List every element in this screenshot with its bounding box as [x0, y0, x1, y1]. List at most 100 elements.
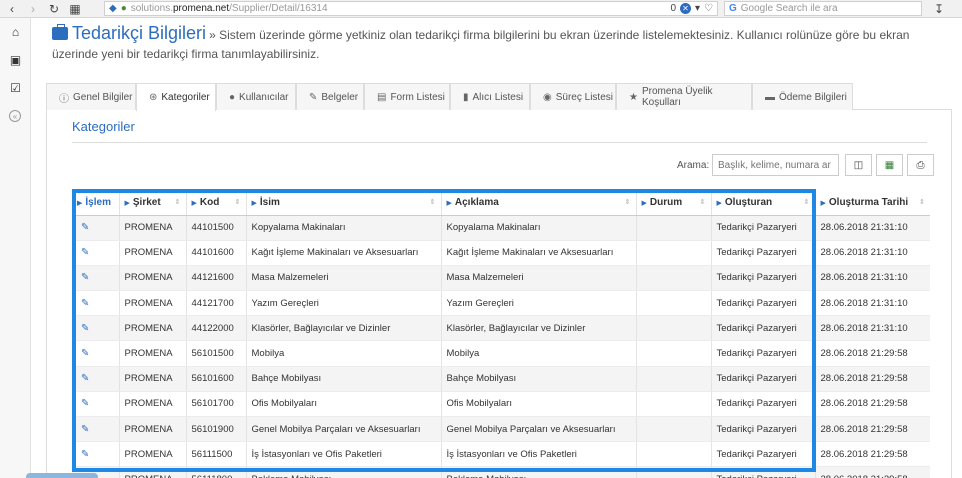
address-bar[interactable]: ◆ ● solutions.promena.net/Supplier/Detai… [104, 1, 718, 16]
cell-sirket: PROMENA [119, 215, 187, 241]
cell-sirket: PROMENA [119, 340, 187, 367]
reload-icon[interactable]: ↻ [45, 0, 63, 18]
cell-isim: Genel Mobilya Parçaları ve Aksesuarları [246, 416, 442, 443]
credit-card-icon: ▬ [765, 91, 775, 103]
excel-icon: ▦ [884, 159, 895, 171]
table-row: ✎ PROMENA 44122000 Klasörler, Bağlayıcılar … [72, 315, 930, 342]
cell-sirket: PROMENA [119, 391, 187, 418]
categories-table: ▶ İşlem ▶ Şirket ⇕ ▶ Kod ⇕ ▶ İsim ⇕ ▶ Açıklama ⇕ … [72, 190, 930, 478]
scrollbar-thumb[interactable] [26, 473, 98, 478]
cell-isim: Yazım Gereçleri [246, 290, 442, 317]
column-header-durum[interactable]: ▶ Durum ⇕ [636, 190, 712, 216]
cell-sirket: PROMENA [119, 290, 187, 317]
cell-kod: 44121700 [186, 290, 247, 317]
user-icon: ● [229, 91, 236, 103]
box-icon[interactable]: ▣ [0, 46, 31, 74]
column-header-aciklama[interactable]: ▶ Açıklama ⇕ [441, 190, 637, 216]
cell-sirket: PROMENA [119, 315, 187, 342]
cell-durum [636, 366, 712, 392]
tab-odeme-bilgileri[interactable]: ▬ Ödeme Bilgileri [752, 83, 853, 110]
edit-icon[interactable]: ✎ [72, 391, 120, 418]
cell-olusturan: Tedarikçi Pazaryeri [711, 315, 816, 342]
tab-kullanicilar[interactable]: ● Kullanıcılar [216, 83, 296, 110]
cell-olusturma-tarihi: 28.06.2018 21:31:10 [815, 215, 930, 241]
cell-durum [636, 215, 712, 241]
cell-olusturma-tarihi: 28.06.2018 21:29:58 [815, 441, 930, 468]
cell-kod: 56101600 [186, 366, 247, 392]
tab-genel-bilgiler[interactable]: ⓘ Genel Bilgiler [46, 83, 136, 110]
collapse-sidebar-icon[interactable]: « [9, 110, 21, 122]
cell-aciklama: Kopyalama Makinaları [441, 215, 637, 241]
column-header-sirket[interactable]: ▶ Şirket ⇕ [119, 190, 187, 216]
cell-aciklama: Masa Malzemeleri [441, 265, 637, 292]
cell-aciklama: Klasörler, Bağlayıcılar ve Dizinler [441, 315, 637, 342]
cell-olusturan: Tedarikçi Pazaryeri [711, 215, 816, 241]
checkbox-icon[interactable]: ☑ [0, 74, 31, 102]
cell-olusturma-tarihi: 28.06.2018 21:31:10 [815, 290, 930, 317]
blocked-count: 0 [670, 3, 676, 14]
close-icon[interactable]: ✕ [680, 3, 691, 14]
cell-kod: 44122000 [186, 315, 247, 342]
heart-icon[interactable]: ♡ [704, 3, 713, 14]
cell-kod: 56111800 [186, 466, 247, 478]
cell-olusturma-tarihi: 28.06.2018 21:29:58 [815, 366, 930, 392]
edit-icon[interactable]: ✎ [72, 215, 120, 241]
page-title: Tedarikçi Bilgileri [72, 23, 207, 43]
tab-content: Kategoriler Arama: ◫ ▦ ⎙ ▶İşlem ▶Şirket⇕… [46, 110, 952, 478]
columns-button[interactable]: ◫ [845, 154, 872, 176]
cell-olusturma-tarihi: 28.06.2018 21:31:10 [815, 240, 930, 266]
tab-belgeler[interactable]: ✎ Belgeler [296, 83, 364, 110]
cell-olusturan: Tedarikçi Pazaryeri [711, 290, 816, 317]
dropdown-icon[interactable]: ▾ [695, 3, 700, 14]
cell-aciklama: Kağıt İşleme Makinaları ve Aksesuarları [441, 240, 637, 266]
column-header-isim[interactable]: ▶ İsim ⇕ [246, 190, 442, 216]
sort-icon: ⇕ [919, 199, 925, 206]
edit-icon[interactable]: ✎ [72, 441, 120, 468]
cell-sirket: PROMENA [119, 466, 187, 478]
cell-kod: 56101700 [186, 391, 247, 418]
back-icon[interactable]: ‹ [3, 0, 21, 18]
paperclip-icon: ✎ [309, 91, 318, 103]
home-icon[interactable]: ⌂ [0, 18, 31, 46]
print-icon: ⎙ [916, 159, 925, 171]
tab-alici-listesi[interactable]: ▮ Alıcı Listesi [450, 83, 530, 110]
cell-durum [636, 265, 712, 292]
tab-form-listesi[interactable]: ▤ Form Listesi [364, 83, 450, 110]
edit-icon[interactable]: ✎ [72, 340, 120, 367]
print-button[interactable]: ⎙ [907, 154, 934, 176]
cell-olusturan: Tedarikçi Pazaryeri [711, 366, 816, 392]
excel-export-button[interactable]: ▦ [876, 154, 903, 176]
cell-olusturma-tarihi: 28.06.2018 21:29:58 [815, 466, 930, 478]
cell-durum [636, 416, 712, 443]
edit-icon[interactable]: ✎ [72, 416, 120, 443]
column-header-olusturma-tarihi[interactable]: ▶ Oluşturma Tarihi ⇕ [815, 190, 930, 216]
info-icon: ⓘ [59, 93, 69, 105]
column-header-islem[interactable]: ▶ İşlem [72, 190, 120, 216]
table-row: ✎ PROMENA 56101600 Bahçe Mobilyası Bahçe Mob… [72, 366, 930, 392]
sidebar: ⌂ ▣ ☑ « [0, 18, 31, 478]
sort-icon: ⇕ [174, 199, 181, 206]
cell-olusturan: Tedarikçi Pazaryeri [711, 240, 816, 266]
forward-icon[interactable]: › [24, 0, 42, 18]
edit-icon[interactable]: ✎ [72, 265, 120, 292]
cell-durum [636, 290, 712, 317]
apps-grid-icon[interactable]: ▦ [66, 0, 84, 18]
column-header-olusturan[interactable]: ▶ Oluşturan ⇕ [711, 190, 816, 216]
column-header-kod[interactable]: ▶ Kod ⇕ [186, 190, 247, 216]
divider [72, 142, 927, 143]
tab-surec-listesi[interactable]: ◉ Süreç Listesi [530, 83, 616, 110]
sort-icon: ⇕ [699, 199, 706, 206]
cell-aciklama: Genel Mobilya Parçaları ve Aksesuarları [441, 416, 637, 443]
cell-aciklama: Bekleme Mobilyası [441, 466, 637, 478]
edit-icon[interactable]: ✎ [72, 290, 120, 317]
tab-promena-uyelik-kosullari[interactable]: ★ Promena Üyelik Koşulları [616, 83, 752, 110]
browser-search-input[interactable]: G Google Search ile ara [724, 1, 922, 16]
edit-icon[interactable]: ✎ [72, 315, 120, 342]
download-icon[interactable]: ↧ [934, 2, 944, 16]
cell-olusturma-tarihi: 28.06.2018 21:31:10 [815, 315, 930, 342]
edit-icon[interactable]: ✎ [72, 366, 120, 392]
tab-kategoriler[interactable]: ⊛ Kategoriler [136, 83, 216, 111]
sort-icon: ⇕ [234, 199, 241, 206]
edit-icon[interactable]: ✎ [72, 240, 120, 266]
table-search-input[interactable] [712, 154, 839, 176]
